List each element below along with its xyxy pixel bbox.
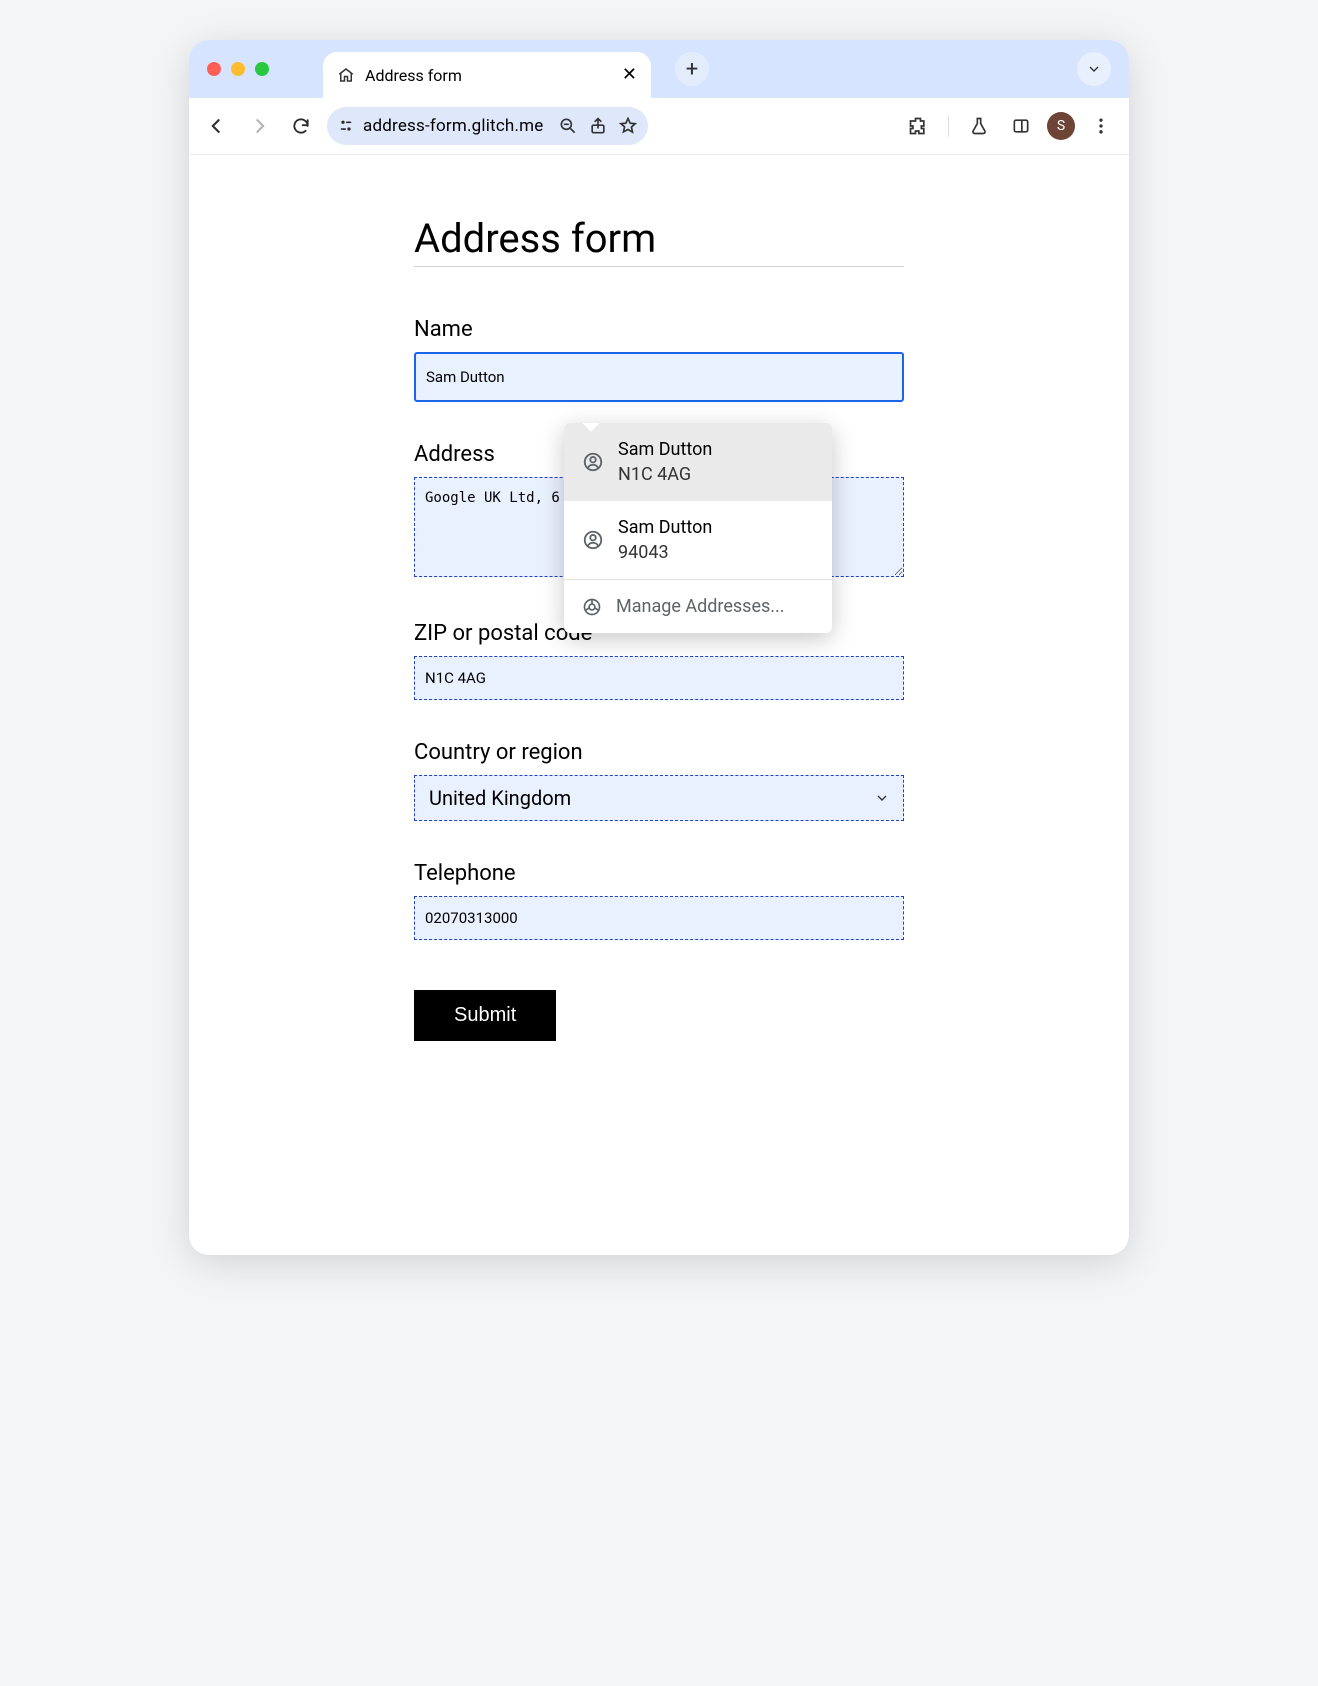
autofill-dropdown: Sam Dutton N1C 4AG Sam Dutton 94043 [564, 423, 832, 633]
autofill-secondary: N1C 4AG [618, 464, 712, 485]
person-icon [582, 451, 604, 473]
minimize-window-button[interactable] [231, 62, 245, 76]
address-bar-url: address-form.glitch.me [363, 116, 544, 136]
site-settings-icon [337, 117, 355, 135]
browser-menu-button[interactable] [1085, 110, 1117, 142]
autofill-name: Sam Dutton [618, 517, 712, 538]
browser-window: Address form ✕ + [189, 40, 1129, 1255]
autofill-suggestion[interactable]: Sam Dutton 94043 [564, 501, 832, 579]
person-icon [582, 529, 604, 551]
autofill-secondary: 94043 [618, 542, 712, 563]
share-icon[interactable] [588, 116, 608, 136]
autofill-suggestion[interactable]: Sam Dutton N1C 4AG [564, 423, 832, 501]
telephone-input[interactable] [414, 896, 904, 940]
country-select[interactable]: United Kingdom [414, 775, 904, 821]
country-label: Country or region [414, 740, 904, 765]
back-button[interactable] [201, 110, 233, 142]
chevron-down-icon [1086, 61, 1102, 77]
labs-button[interactable] [963, 110, 995, 142]
bookmark-star-icon[interactable] [618, 116, 638, 136]
toolbar-divider [948, 115, 949, 137]
page-content: Address form Name Address Google UK Ltd,… [189, 155, 1129, 1255]
window-controls [207, 62, 269, 76]
zoom-icon[interactable] [558, 116, 578, 136]
manage-addresses-label: Manage Addresses... [616, 596, 785, 617]
zip-input[interactable] [414, 656, 904, 700]
extensions-button[interactable] [902, 110, 934, 142]
browser-titlebar: Address form ✕ + [189, 40, 1129, 98]
side-panel-button[interactable] [1005, 110, 1037, 142]
address-bar[interactable]: address-form.glitch.me [327, 107, 648, 145]
tab-title: Address form [365, 66, 462, 85]
tabs-overflow-button[interactable] [1077, 52, 1111, 86]
new-tab-button[interactable]: + [675, 52, 709, 86]
name-input[interactable] [414, 352, 904, 402]
autofill-name: Sam Dutton [618, 439, 712, 460]
avatar-initial: S [1057, 118, 1065, 134]
submit-button[interactable]: Submit [414, 990, 556, 1041]
telephone-label: Telephone [414, 861, 904, 886]
profile-avatar[interactable]: S [1047, 112, 1075, 140]
browser-tab[interactable]: Address form ✕ [323, 52, 651, 98]
maximize-window-button[interactable] [255, 62, 269, 76]
address-form: Address form Name Address Google UK Ltd,… [414, 215, 904, 1041]
name-label: Name [414, 317, 904, 342]
reload-button[interactable] [285, 110, 317, 142]
page-heading: Address form [414, 215, 904, 267]
tab-close-button[interactable]: ✕ [622, 66, 637, 84]
browser-toolbar: address-form.glitch.me [189, 98, 1129, 155]
chrome-icon [582, 597, 602, 617]
forward-button[interactable] [243, 110, 275, 142]
tab-favicon-icon [337, 66, 355, 84]
manage-addresses-button[interactable]: Manage Addresses... [564, 580, 832, 633]
close-window-button[interactable] [207, 62, 221, 76]
